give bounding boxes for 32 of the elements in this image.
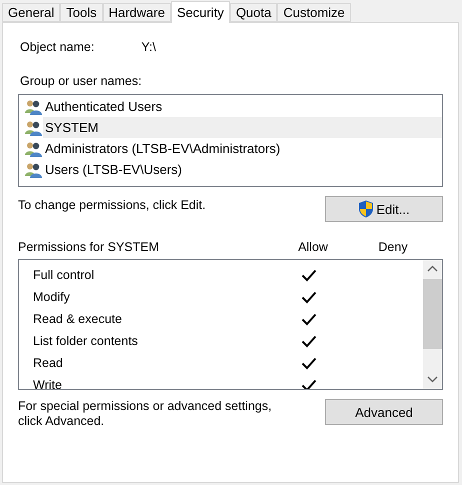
advanced-hint: For special permissions or advanced settings, click Advanced. xyxy=(18,399,273,429)
permission-name: Read & execute xyxy=(32,312,123,326)
group-list-label: Group or user names: xyxy=(20,74,142,88)
users-icon xyxy=(25,162,43,178)
permission-name: Write xyxy=(32,378,63,389)
edit-hint: To change permissions, click Edit. xyxy=(18,198,206,212)
advanced-button[interactable]: Advanced xyxy=(325,399,443,425)
group-item[interactable]: SYSTEM xyxy=(43,117,442,138)
tab[interactable]: Hardware xyxy=(102,3,171,22)
tab[interactable]: Security xyxy=(170,1,230,23)
users-icon xyxy=(25,120,43,136)
permission-name: Full control xyxy=(32,268,96,282)
group-item[interactable]: Users (LTSB-EV\Users) xyxy=(43,159,185,180)
column-header: Allow xyxy=(297,240,329,254)
tab[interactable]: General xyxy=(2,3,60,22)
shield-icon xyxy=(358,200,374,218)
permission-name: List folder contents xyxy=(32,334,139,348)
permission-name: Read xyxy=(32,356,64,370)
permission-name: Modify xyxy=(32,290,71,304)
group-item[interactable]: Authenticated Users xyxy=(43,96,166,117)
permissions-label: Permissions for SYSTEM xyxy=(18,240,160,254)
tab[interactable]: Quota xyxy=(230,3,278,22)
column-header: Deny xyxy=(377,240,409,254)
tab[interactable]: Tools xyxy=(60,3,103,22)
object-name-value: Y:\ xyxy=(141,40,156,54)
users-icon xyxy=(25,98,43,114)
object-name-label: Object name: xyxy=(20,40,94,54)
edit-button[interactable]: Edit... xyxy=(325,196,443,222)
group-item[interactable]: Administrators (LTSB-EV\Administrators) xyxy=(43,138,284,159)
tab[interactable]: Customize xyxy=(277,3,351,22)
users-icon xyxy=(25,140,43,156)
scrollbar[interactable] xyxy=(423,260,442,389)
